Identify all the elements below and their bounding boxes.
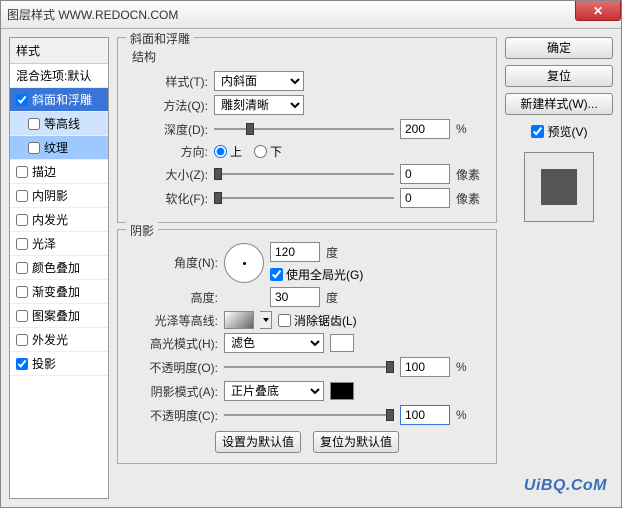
item-inner-glow[interactable]: 内发光 [10,208,108,232]
size-label: 大小(Z): [128,166,208,183]
size-unit: 像素 [456,166,486,183]
highlight-color-swatch[interactable] [330,334,354,352]
item-color-overlay[interactable]: 颜色叠加 [10,256,108,280]
style-select[interactable]: 内斜面 [214,71,304,91]
check-texture[interactable] [28,142,40,154]
shadow-opacity-slider[interactable] [224,407,394,423]
check-inner-glow[interactable] [16,214,28,226]
item-contour[interactable]: 等高线 [10,112,108,136]
bevel-group-title: 斜面和浮雕 [126,30,194,47]
item-stroke[interactable]: 描边 [10,160,108,184]
check-stroke[interactable] [16,166,28,178]
item-drop-shadow[interactable]: 投影 [10,352,108,376]
titlebar[interactable]: 图层样式 WWW.REDOCN.COM ✕ [1,1,621,29]
depth-label: 深度(D): [128,121,208,138]
shadow-opacity-unit: % [456,408,486,422]
highlight-opacity-input[interactable] [400,357,450,377]
item-pattern-overlay[interactable]: 图案叠加 [10,304,108,328]
check-bevel[interactable] [16,94,28,106]
item-bevel-emboss[interactable]: 斜面和浮雕 [10,88,108,112]
check-color-overlay[interactable] [16,262,28,274]
antialias-check[interactable]: 消除锯齿(L) [278,312,357,329]
item-outer-glow[interactable]: 外发光 [10,328,108,352]
angle-label: 角度(N): [128,254,218,271]
soften-slider[interactable] [214,190,394,206]
right-panel: 确定 复位 新建样式(W)... 预览(V) [505,37,613,499]
styles-header: 样式 [10,38,108,64]
depth-input[interactable] [400,119,450,139]
soften-input[interactable] [400,188,450,208]
direction-up[interactable]: 上 [214,143,242,160]
shadow-mode-label: 阴影模式(A): [128,383,218,400]
item-gradient-overlay[interactable]: 渐变叠加 [10,280,108,304]
shadow-mode-select[interactable]: 正片叠底 [224,381,324,401]
content-area: 样式 混合选项:默认 斜面和浮雕 等高线 纹理 描边 内阴影 内发光 光泽 颜色… [1,29,621,507]
highlight-opacity-slider[interactable] [224,359,394,375]
preview-check[interactable]: 预览(V) [505,123,613,140]
check-outer-glow[interactable] [16,334,28,346]
styles-list: 样式 混合选项:默认 斜面和浮雕 等高线 纹理 描边 内阴影 内发光 光泽 颜色… [9,37,109,499]
check-inner-shadow[interactable] [16,190,28,202]
gloss-contour-swatch[interactable] [224,311,254,329]
check-gradient-overlay[interactable] [16,286,28,298]
angle-dial[interactable] [224,243,264,283]
soften-unit: 像素 [456,190,486,207]
size-input[interactable] [400,164,450,184]
highlight-mode-label: 高光模式(H): [128,335,218,352]
reset-default-button[interactable]: 复位为默认值 [313,431,399,453]
gloss-contour-dropdown[interactable] [260,311,272,329]
make-default-button[interactable]: 设置为默认值 [215,431,301,453]
check-drop-shadow[interactable] [16,358,28,370]
altitude-label: 高度: [128,289,218,306]
shadow-opacity-input[interactable] [400,405,450,425]
gloss-label: 光泽等高线: [128,312,218,329]
item-inner-shadow[interactable]: 内阴影 [10,184,108,208]
angle-input[interactable] [270,242,320,262]
settings-panel: 斜面和浮雕 结构 样式(T): 内斜面 方法(Q): 雕刻清晰 深度(D): % [117,37,497,499]
altitude-input[interactable] [270,287,320,307]
altitude-unit: 度 [326,289,356,306]
size-slider[interactable] [214,166,394,182]
global-light-check[interactable]: 使用全局光(G) [270,266,363,283]
structure-title: 结构 [132,48,486,65]
depth-unit: % [456,122,486,136]
window-title: 图层样式 WWW.REDOCN.COM [7,6,178,23]
check-satin[interactable] [16,238,28,250]
shadow-color-swatch[interactable] [330,382,354,400]
highlight-opacity-label: 不透明度(O): [128,359,218,376]
close-button[interactable]: ✕ [575,1,621,21]
close-icon: ✕ [593,4,603,18]
shading-group-title: 阴影 [126,222,158,239]
preview-box [524,152,594,222]
technique-label: 方法(Q): [128,97,208,114]
check-pattern-overlay[interactable] [16,310,28,322]
chevron-down-icon [263,318,269,322]
soften-label: 软化(F): [128,190,208,207]
depth-slider[interactable] [214,121,394,137]
shadow-opacity-label: 不透明度(C): [128,407,218,424]
style-label: 样式(T): [128,73,208,90]
direction-label: 方向: [128,143,208,160]
preview-thumbnail [541,169,577,205]
item-satin[interactable]: 光泽 [10,232,108,256]
direction-down[interactable]: 下 [254,143,282,160]
technique-select[interactable]: 雕刻清晰 [214,95,304,115]
item-texture[interactable]: 纹理 [10,136,108,160]
blend-options-item[interactable]: 混合选项:默认 [10,64,108,88]
highlight-mode-select[interactable]: 滤色 [224,333,324,353]
layer-style-dialog: 图层样式 WWW.REDOCN.COM ✕ 样式 混合选项:默认 斜面和浮雕 等… [0,0,622,508]
highlight-opacity-unit: % [456,360,486,374]
check-contour[interactable] [28,118,40,130]
angle-unit: 度 [326,244,356,261]
reset-button[interactable]: 复位 [505,65,613,87]
ok-button[interactable]: 确定 [505,37,613,59]
new-style-button[interactable]: 新建样式(W)... [505,93,613,115]
shading-group: 阴影 角度(N): 度 使用全局光(G) 高度: [117,229,497,464]
bevel-group: 斜面和浮雕 结构 样式(T): 内斜面 方法(Q): 雕刻清晰 深度(D): % [117,37,497,223]
